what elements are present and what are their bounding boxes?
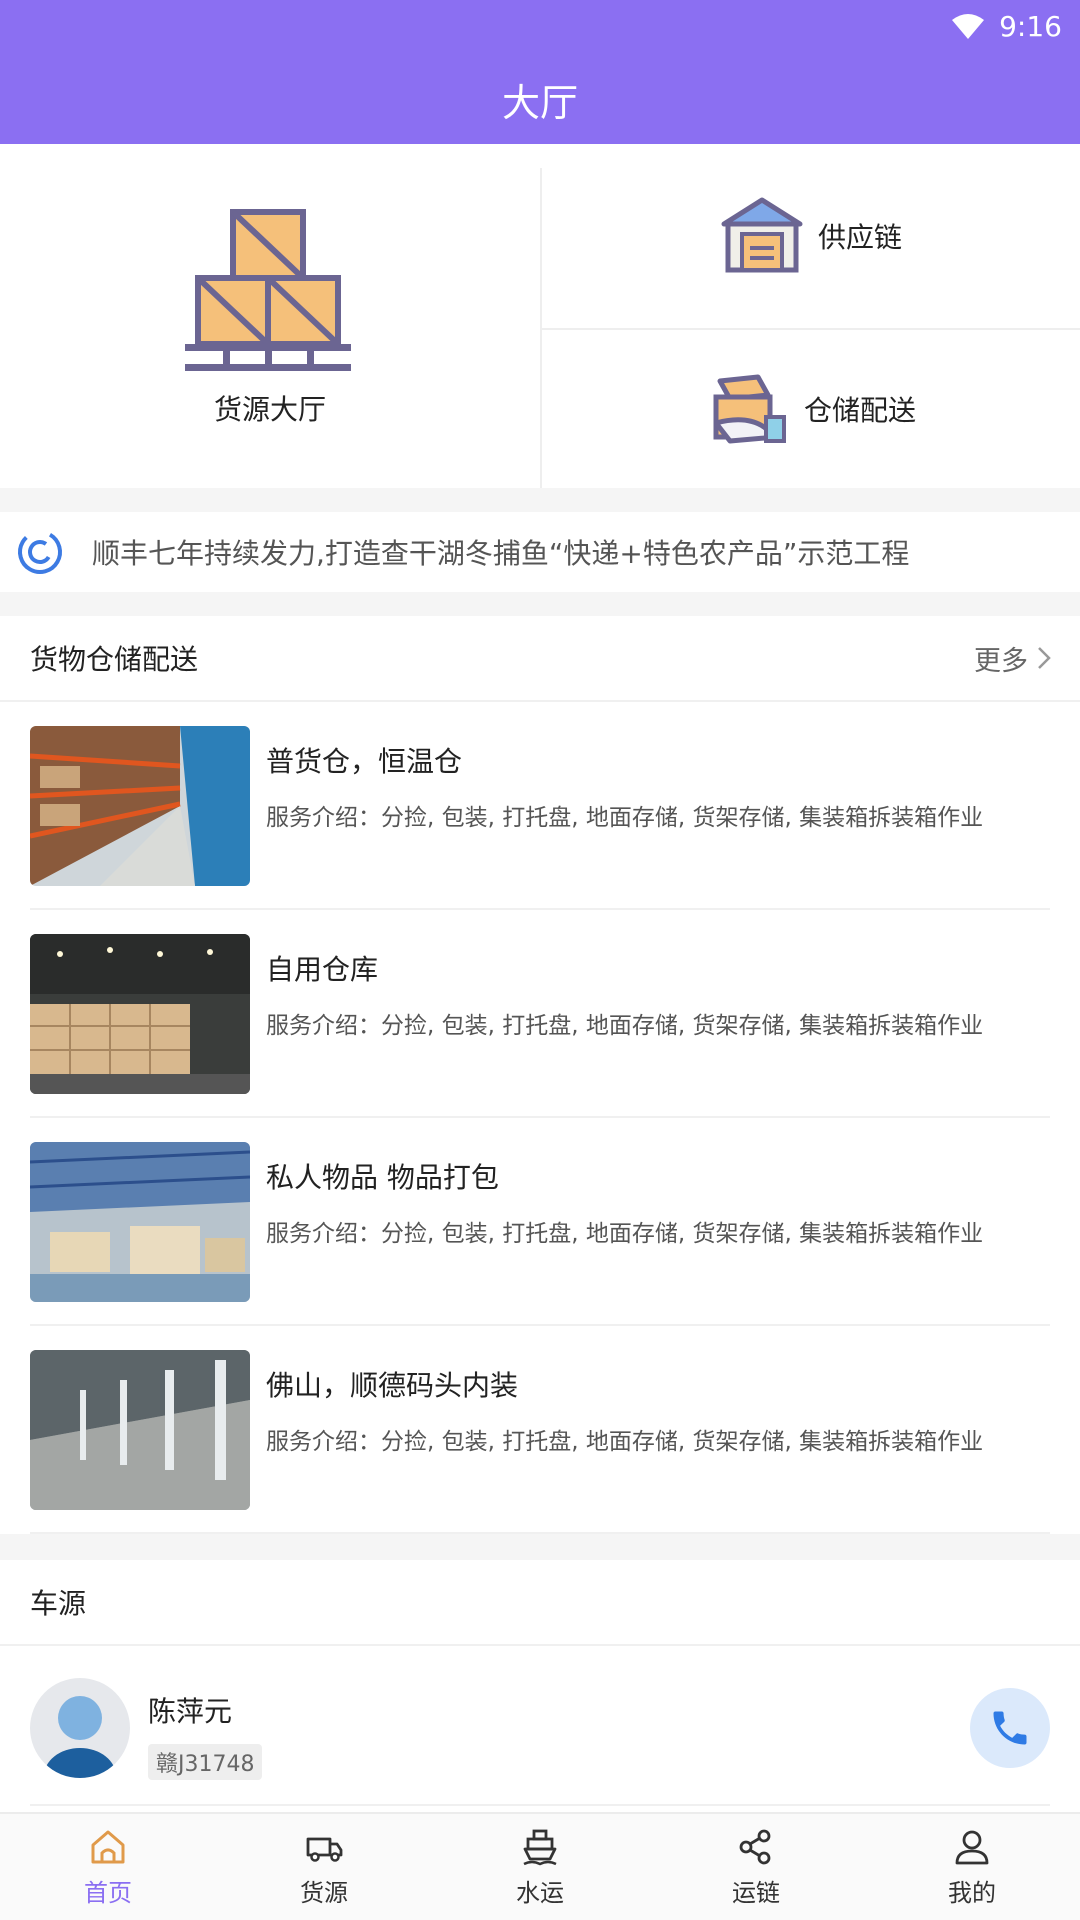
warehouse-title: 普货仓，恒温仓: [266, 745, 463, 778]
section-title: 货物仓储配送: [30, 643, 199, 676]
wifi-icon: [952, 14, 985, 39]
grid-item-supply-chain[interactable]: 供应链: [542, 144, 1080, 328]
share-icon: [739, 1829, 771, 1864]
tab-shipping[interactable]: 水运: [432, 1814, 648, 1920]
warehouse-title: 自用仓库: [266, 953, 379, 986]
tab-label: 运链: [732, 1878, 780, 1907]
driver-name: 陈萍元: [148, 1695, 233, 1728]
category-grid: 货源大厅 供应链 仓储配送: [0, 144, 1080, 488]
boxes-pallet-icon: [185, 209, 351, 371]
notice-bar[interactable]: 顺丰七年持续发力,打造查干湖冬捕鱼“快递+特色农产品”示范工程: [0, 512, 1080, 592]
warehouse-desc: 服务介绍：分捡, 包装, 打托盘, 地面存储, 货架存储, 集装箱拆装箱作业: [266, 805, 984, 831]
phone-icon: [993, 1711, 1027, 1745]
warehouse-section: 货物仓储配送 更多 普货仓，恒温仓 服务介绍：分捡, 包装, 打托盘, 地面存储…: [0, 616, 1080, 1534]
tab-label: 我的: [948, 1878, 996, 1907]
warehouse-item[interactable]: 普货仓，恒温仓 服务介绍：分捡, 包装, 打托盘, 地面存储, 货架存储, 集装…: [0, 702, 1080, 910]
warehouse-desc: 服务介绍：分捡, 包装, 打托盘, 地面存储, 货架存储, 集装箱拆装箱作业: [266, 1221, 984, 1247]
warehouse-photo: [30, 1142, 250, 1302]
more-label: 更多: [974, 645, 1028, 677]
tab-mine[interactable]: 我的: [864, 1814, 1080, 1920]
vehicle-section-header: 车源: [0, 1560, 1080, 1646]
tab-home[interactable]: 首页: [0, 1814, 216, 1920]
grid-label-supply-chain: 供应链: [817, 221, 902, 254]
chevron-right-icon: [1038, 647, 1051, 669]
driver-item[interactable]: 陈萍元 赣J31748: [0, 1646, 1080, 1806]
warehouse-photo: [30, 934, 250, 1094]
status-time: 9:16: [999, 9, 1062, 43]
tab-label: 首页: [84, 1878, 132, 1907]
grid-item-cargo-hall[interactable]: 货源大厅: [0, 144, 540, 488]
warehouse-desc: 服务介绍：分捡, 包装, 打托盘, 地面存储, 货架存储, 集装箱拆装箱作业: [266, 1013, 984, 1039]
page-title: 大厅: [501, 81, 578, 125]
warehouse-section-header: 货物仓储配送 更多: [0, 616, 1080, 702]
tab-transport-chain[interactable]: 运链: [648, 1814, 864, 1920]
grid-label-warehouse-delivery: 仓储配送: [803, 394, 916, 427]
refresh-circle-icon: [18, 530, 62, 574]
tab-cargo[interactable]: 货源: [216, 1814, 432, 1920]
user-icon: [955, 1830, 989, 1864]
tab-label: 水运: [516, 1878, 564, 1907]
warehouse-icon: [721, 197, 803, 273]
app-bar: 9:16 大厅: [0, 0, 1080, 144]
more-link[interactable]: 更多: [974, 639, 1052, 678]
warehouse-photo: [30, 1350, 250, 1510]
ship-icon: [523, 1829, 557, 1865]
item-divider: [30, 1804, 1050, 1806]
call-button[interactable]: [970, 1688, 1050, 1768]
warehouse-desc: 服务介绍：分捡, 包装, 打托盘, 地面存储, 货架存储, 集装箱拆装箱作业: [266, 1429, 984, 1455]
warehouse-item[interactable]: 自用仓库 服务介绍：分捡, 包装, 打托盘, 地面存储, 货架存储, 集装箱拆装…: [0, 910, 1080, 1118]
notice-text: 顺丰七年持续发力,打造查干湖冬捕鱼“快递+特色农产品”示范工程: [92, 537, 910, 570]
warehouse-photo: [30, 726, 250, 886]
warehouse-item[interactable]: 私人物品 物品打包 服务介绍：分捡, 包装, 打托盘, 地面存储, 货架存储, …: [0, 1118, 1080, 1326]
grid-label-cargo-hall: 货源大厅: [213, 393, 326, 426]
item-divider: [30, 1532, 1050, 1534]
home-icon: [91, 1830, 125, 1863]
bottom-tab-bar: 首页 货源 水运 运链 我的: [0, 1812, 1080, 1920]
avatar: [30, 1678, 130, 1778]
grid-item-warehouse-delivery[interactable]: 仓储配送: [542, 330, 1080, 488]
warehouse-title: 佛山，顺德码头内装: [266, 1369, 519, 1402]
warehouse-item[interactable]: 佛山，顺德码头内装 服务介绍：分捡, 包装, 打托盘, 地面存储, 货架存储, …: [0, 1326, 1080, 1534]
box-hand-icon: [713, 374, 786, 444]
section-title: 车源: [30, 1587, 87, 1620]
status-bar: 9:16: [951, 8, 1062, 44]
truck-icon: [306, 1837, 343, 1862]
plate-badge: 赣J31748: [148, 1744, 263, 1780]
tab-label: 货源: [300, 1878, 348, 1907]
vehicle-section: 车源 陈萍元 赣J31748: [0, 1560, 1080, 1812]
warehouse-title: 私人物品 物品打包: [266, 1161, 499, 1194]
